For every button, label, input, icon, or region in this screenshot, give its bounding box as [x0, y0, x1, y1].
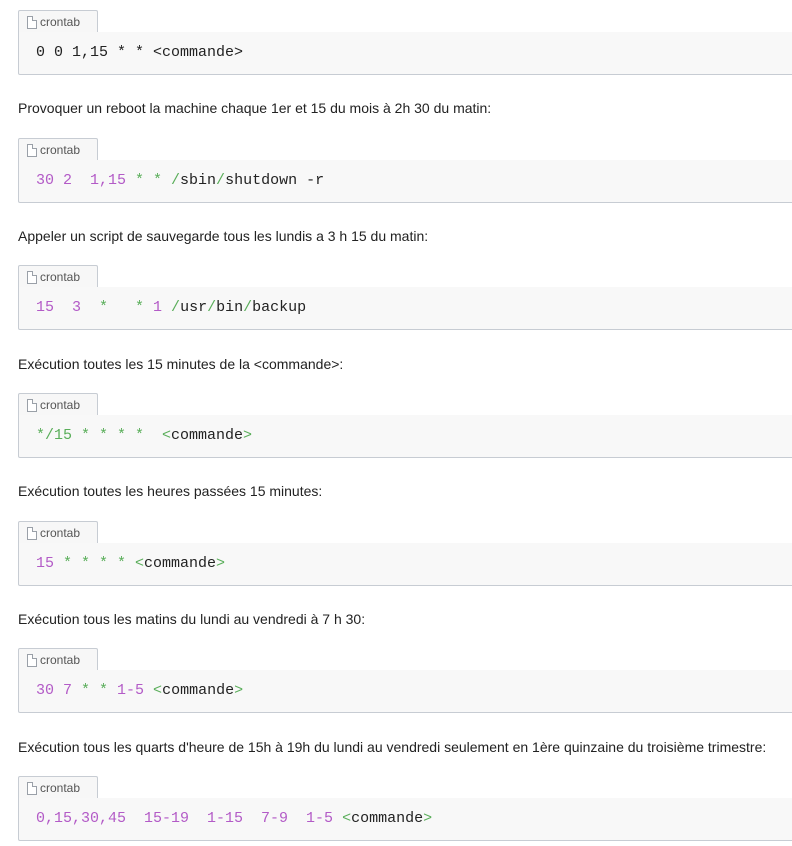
code-block[interactable]: 30 2 1,15 * * /sbin/shutdown -r: [18, 160, 792, 203]
tab-label: crontab: [40, 653, 81, 667]
file-icon: [27, 271, 37, 284]
code-token: 1: [153, 299, 163, 316]
file-icon: [27, 527, 37, 540]
code-token: >: [216, 555, 226, 572]
code-token: 15 3: [36, 299, 82, 316]
code-tab-crontab: crontab: [18, 393, 98, 416]
code-token: * * * * <: [54, 555, 145, 572]
code-token: 30 7: [36, 682, 73, 699]
code-token: >: [423, 810, 433, 827]
code-tab-crontab: crontab: [18, 10, 98, 33]
code-block[interactable]: */15 * * * * <commande>: [18, 415, 792, 458]
code-token: backup: [252, 299, 307, 316]
code-token: <: [144, 682, 163, 699]
code-token: 1-5: [117, 682, 145, 699]
code-block[interactable]: 30 7 * * 1-5 <commande>: [18, 670, 792, 713]
tab-label: crontab: [40, 781, 81, 795]
code-tab-crontab: crontab: [18, 521, 98, 544]
code-token: /: [162, 299, 181, 316]
tab-label: crontab: [40, 526, 81, 540]
code-token: 15: [36, 555, 55, 572]
tab-label: crontab: [40, 143, 81, 157]
file-icon: [27, 144, 37, 157]
code-token: */15 * * * * <: [36, 427, 172, 444]
file-icon: [27, 399, 37, 412]
code-token: /: [243, 299, 253, 316]
code-block[interactable]: 0 0 1,15 * * <commande>: [18, 32, 792, 75]
code-token: shutdown -r: [225, 172, 325, 189]
section-description: Exécution tous les quarts d'heure de 15h…: [18, 739, 767, 755]
code-block[interactable]: 15 3 * * 1 /usr/bin/backup: [18, 287, 792, 330]
code-token: * *: [81, 299, 154, 316]
code-token: >: [234, 682, 244, 699]
code-token: * * /: [126, 172, 181, 189]
code-token: 0,15,30,45 15-19 1-15 7-9 1-5: [36, 810, 334, 827]
code-token: * *: [72, 682, 118, 699]
file-icon: [27, 16, 37, 29]
code-token: commande: [351, 810, 424, 827]
code-token: /: [207, 299, 217, 316]
code-token: usr: [180, 299, 208, 316]
code-token: commande: [144, 555, 217, 572]
code-tab-crontab: crontab: [18, 648, 98, 671]
code-token: 0 0 1,15 * * <commande>: [36, 44, 244, 61]
section-description: Exécution toutes les heures passées 15 m…: [18, 483, 323, 499]
code-token: commande: [162, 682, 235, 699]
code-token: >: [243, 427, 253, 444]
tab-label: crontab: [40, 270, 81, 284]
code-token: 30 2 1,15: [36, 172, 127, 189]
code-token: bin: [216, 299, 244, 316]
file-icon: [27, 782, 37, 795]
code-token: /: [216, 172, 226, 189]
code-block[interactable]: 15 * * * * <commande>: [18, 543, 792, 586]
code-token: sbin: [180, 172, 217, 189]
code-token: <: [333, 810, 352, 827]
code-tab-crontab: crontab: [18, 265, 98, 288]
file-icon: [27, 654, 37, 667]
section-description: Exécution toutes les 15 minutes de la <c…: [18, 356, 344, 372]
tab-label: crontab: [40, 398, 81, 412]
code-token: commande: [171, 427, 244, 444]
code-tab-crontab: crontab: [18, 776, 98, 799]
section-description: Provoquer un reboot la machine chaque 1e…: [18, 100, 492, 116]
section-description: Appeler un script de sauvegarde tous les…: [18, 228, 429, 244]
code-tab-crontab: crontab: [18, 138, 98, 161]
code-block[interactable]: 0,15,30,45 15-19 1-15 7-9 1-5 <commande>: [18, 798, 792, 841]
tab-label: crontab: [40, 15, 81, 29]
section-description: Exécution tous les matins du lundi au ve…: [18, 611, 366, 627]
